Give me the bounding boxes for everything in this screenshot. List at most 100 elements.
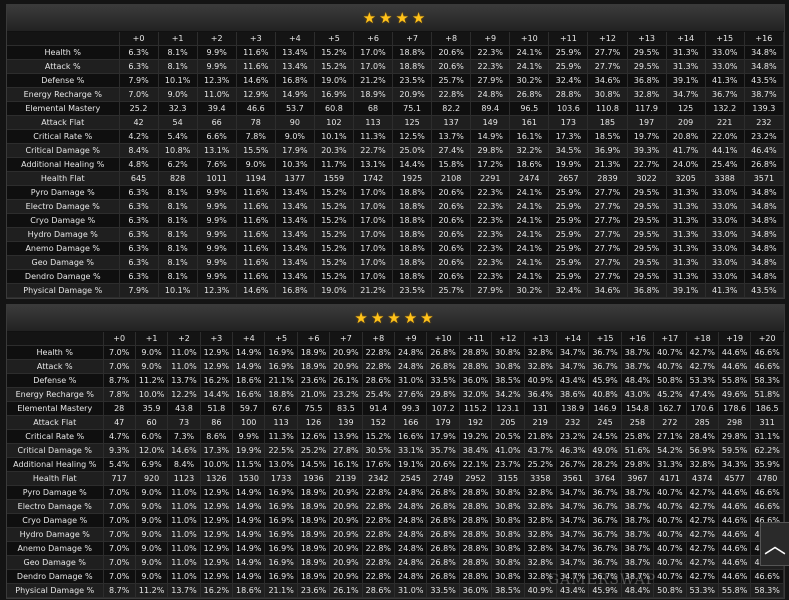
level-header: +15 (588, 332, 622, 346)
level-header: +0 (119, 32, 159, 46)
stat-value: 36.7% (705, 87, 745, 102)
stat-value: 34.2% (491, 387, 525, 402)
stat-value: 38.7% (621, 485, 655, 500)
stat-value: 32.4% (548, 283, 589, 298)
scroll-to-top-button[interactable]: ︿ (760, 522, 789, 566)
stat-value: 34.8% (744, 185, 785, 200)
stat-value: 27.1% (653, 429, 687, 444)
stat-value: 12.9% (200, 499, 234, 514)
stat-value: 46.6% (750, 485, 784, 500)
stat-value: 18.6% (232, 373, 266, 388)
stat-value: 56.9% (686, 443, 719, 458)
stat-value: 38.7% (621, 513, 655, 528)
stat-value: 58.3% (750, 373, 784, 388)
stat-label: Defense % (7, 73, 120, 88)
level-header: +15 (705, 32, 745, 46)
stat-value: 15.2% (314, 199, 354, 214)
stat-value: 25.4% (362, 387, 396, 402)
stat-value: 34.8% (744, 255, 785, 270)
stat-value: 3022 (627, 171, 667, 186)
stat-value: 36.7% (588, 499, 622, 514)
stat-value: 16.9% (264, 541, 298, 556)
stat-label: Elemental Mastery (7, 101, 120, 116)
stat-value: 34.7% (556, 513, 590, 528)
stat-value: 36.7% (588, 345, 622, 360)
stat-value: 29.5% (627, 185, 667, 200)
stat-value: 7.8% (236, 129, 276, 144)
stat-value: 38.7% (744, 87, 785, 102)
stat-value: 9.0% (135, 513, 169, 528)
stat-value: 17.2% (470, 157, 511, 172)
stat-value: 29.5% (627, 213, 667, 228)
stat-value: 19.7% (627, 129, 667, 144)
stat-value: 38.5% (491, 583, 525, 598)
stat-value: 42.7% (686, 499, 719, 514)
level-header-row: +0 +1 +2 +3 +4 +5 +6 +7 +8 +9 +10 +11 +12 +13 +14 +15 +1… (7, 332, 784, 346)
stat-value: 2139 (329, 471, 363, 486)
stat-value: 33.1% (394, 443, 428, 458)
stat-value: 32.8% (524, 359, 557, 374)
stat-value: 12.3% (197, 73, 237, 88)
stat-value: 33.0% (705, 185, 745, 200)
stat-value: 9.9% (197, 213, 237, 228)
stat-value: 31.3% (666, 185, 706, 200)
stat-value: 12.6% (297, 429, 331, 444)
stat-value: 25.8% (621, 429, 655, 444)
stat-value: 4.7% (103, 429, 136, 444)
stat-value: 18.9% (297, 555, 331, 570)
stat-value: 15.5% (236, 143, 276, 158)
stat-value: 161 (509, 115, 550, 130)
stat-value: 59.5% (718, 443, 752, 458)
stat-value: 7.0% (103, 345, 136, 360)
stat-value: 21.1% (264, 583, 298, 598)
stat-value: 21.3% (587, 157, 628, 172)
table-row: Physical Damage % 8.7% 11.2% 13.7% 16.2% 18.6… (7, 583, 784, 598)
stat-value: 32.8% (524, 527, 557, 542)
stat-value: 28.2% (588, 457, 622, 472)
stat-value: 19.0% (314, 73, 354, 88)
stat-value: 9.0% (135, 541, 169, 556)
stat-value: 44.6% (718, 345, 752, 360)
stat-label: Health % (7, 345, 104, 360)
table-row: Dendro Damage % 7.0% 9.0% 11.0% 12.9% 14.9% 16… (7, 569, 784, 584)
stat-value: 12.9% (200, 541, 234, 556)
stat-value: 20.8% (666, 129, 706, 144)
stat-value: 26.8% (426, 541, 460, 556)
stat-value: 14.9% (232, 345, 266, 360)
stat-value: 12.9% (200, 345, 234, 360)
stat-value: 7.3% (167, 429, 201, 444)
stat-value: 41.7% (666, 143, 706, 158)
stat-value: 31.3% (666, 269, 706, 284)
stat-value: 1326 (200, 471, 234, 486)
stat-label: Critical Damage % (7, 143, 120, 158)
stat-value: 4780 (750, 471, 784, 486)
stat-value: 42.7% (686, 485, 719, 500)
stat-value: 36.8% (627, 283, 667, 298)
stat-value: 29.5% (627, 227, 667, 242)
stat-label: Dendro Damage % (7, 269, 120, 284)
stat-label: Energy Recharge % (7, 387, 104, 402)
stat-value: 9.0% (135, 359, 169, 374)
stat-value: 139.3 (744, 101, 785, 116)
stat-value: 40.7% (653, 569, 687, 584)
stat-label: Additional Healing % (7, 457, 104, 472)
stat-value: 33.5% (426, 583, 460, 598)
stat-value: 11.6% (236, 59, 276, 74)
stat-value: 32.8% (524, 541, 557, 556)
stat-value: 31.3% (666, 213, 706, 228)
stat-value: 16.9% (314, 87, 354, 102)
stat-value: 16.2% (200, 583, 234, 598)
stat-label: Physical Damage % (7, 583, 104, 598)
stat-value: 28.4% (686, 429, 719, 444)
stat-value: 25.9% (548, 185, 589, 200)
stat-value: 18.9% (353, 87, 394, 102)
stat-value: 31.3% (653, 457, 687, 472)
stat-value: 28.8% (459, 555, 493, 570)
stat-value: 20.5% (491, 429, 525, 444)
stat-value: 23.5% (392, 283, 433, 298)
stat-value: 1011 (197, 171, 237, 186)
stat-value: 13.1% (353, 157, 394, 172)
stat-value: 6.3% (119, 45, 159, 60)
stat-value: 31.3% (666, 227, 706, 242)
stat-value: 8.7% (103, 373, 136, 388)
